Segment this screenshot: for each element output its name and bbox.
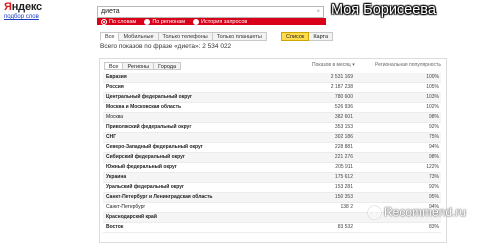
table-row: Приволжский федеральный округ 353 153 92% (103, 123, 441, 133)
impressions-count: 2 531 169 (330, 74, 353, 80)
table-row: Евразия 2 531 169 100% (103, 73, 441, 83)
impressions-count: 2 187 238 (330, 84, 353, 90)
region-tabs: Все Регионы Города (104, 62, 182, 70)
region-name[interactable]: СНГ (106, 133, 116, 142)
region-name[interactable]: Восток (106, 223, 123, 232)
column-header-count[interactable]: Показов в месяц ▾ (312, 62, 355, 68)
tab-mobile[interactable]: Мобильные (118, 32, 158, 41)
impressions-count: 526 936 (334, 104, 353, 110)
impressions-count: 153 281 (334, 184, 353, 190)
table-row: Москва и Московская область 526 936 102% (103, 103, 441, 113)
region-name[interactable]: Центральный федеральный округ (106, 93, 192, 102)
region-name[interactable]: Уральский федеральный округ (106, 183, 184, 192)
tab-regions[interactable]: Регионы (122, 62, 154, 70)
tab-region-all[interactable]: Все (104, 62, 123, 70)
popularity-value: 95% (428, 194, 439, 200)
table-row: Южный федеральный округ 205 911 122% (103, 163, 441, 173)
region-name[interactable]: Россия (106, 83, 124, 92)
total-impressions-summary: Всего показов по фразе «диета»: 2 534 02… (100, 43, 232, 50)
table-row: Москва 382 601 98% (103, 113, 441, 123)
table-row: Центральный федеральный округ 780 600 103% (103, 93, 441, 103)
radio-history[interactable]: История запросов (193, 18, 247, 25)
table-row: Восток 83 532 83% (103, 223, 441, 233)
popularity-value: 103% (426, 94, 439, 100)
tab-tablets[interactable]: Только планшеты (211, 32, 267, 41)
table-row: СНГ 302 186 75% (103, 133, 441, 143)
tab-cities[interactable]: Города (153, 62, 182, 70)
irecommend-watermark: i Recommend.ru (368, 205, 466, 219)
irecommend-logo-icon: i (368, 205, 381, 219)
radio-by-regions[interactable]: По регионам (144, 18, 185, 25)
popularity-value: 122% (426, 164, 439, 170)
table-row: Россия 2 187 238 105% (103, 83, 441, 93)
device-tabs: Все Мобильные Только телефоны Только пла… (100, 32, 267, 41)
impressions-count: 302 186 (334, 134, 353, 140)
impressions-count: 221 276 (334, 154, 353, 160)
table-row: Санкт-Петербург и Ленинградская область 1… (103, 193, 441, 203)
yandex-logo[interactable]: Яндекс подбор слов (4, 1, 62, 21)
region-name[interactable]: Краснодарский край (106, 213, 157, 222)
popularity-value: 75% (428, 134, 439, 140)
popularity-value: 102% (426, 104, 439, 110)
tab-list[interactable]: Список (281, 32, 310, 41)
search-mode-bar: По словам По регионам История запросов (97, 18, 326, 25)
table-row: Сибирский федеральный округ 221 276 98% (103, 153, 441, 163)
region-name[interactable]: Приволжский федеральный округ (106, 123, 191, 132)
popularity-value: 100% (426, 74, 439, 80)
impressions-count: 353 153 (334, 124, 353, 130)
tab-all[interactable]: Все (100, 32, 119, 41)
logo-wordmark: Яндекс (4, 1, 42, 13)
search-input[interactable]: диета × (97, 6, 324, 18)
popularity-value: 83% (428, 224, 439, 230)
impressions-count: 205 911 (335, 164, 353, 170)
radio-icon (193, 18, 200, 25)
impressions-count: 83 532 (337, 224, 353, 230)
impressions-count: 175 612 (334, 174, 353, 180)
popularity-value: 105% (426, 84, 439, 90)
view-tabs: Список Карта (281, 32, 334, 41)
clear-icon[interactable]: × (316, 7, 320, 17)
region-name[interactable]: Сибирский федеральный округ (106, 153, 185, 162)
sort-icon: ▾ (352, 62, 355, 68)
popularity-value: 98% (428, 114, 439, 120)
region-name[interactable]: Северо-Западный федеральный округ (106, 143, 203, 152)
impressions-count: 382 601 (334, 114, 353, 120)
region-name[interactable]: Санкт-Петербург (106, 203, 145, 212)
watermark-username: Моя Борисеева (331, 2, 436, 18)
region-name[interactable]: Южный федеральный округ (106, 163, 177, 172)
search-value: диета (101, 8, 120, 15)
popularity-value: 98% (428, 154, 439, 160)
impressions-count: 780 600 (334, 94, 353, 100)
radio-by-words[interactable]: По словам (101, 18, 136, 25)
region-name[interactable]: Санкт-Петербург и Ленинградская область (106, 193, 212, 202)
popularity-value: 73% (428, 174, 439, 180)
table-row: Уральский федеральный округ 153 281 92% (103, 183, 441, 193)
table-row: Северо-Западный федеральный округ 228 881… (103, 143, 441, 153)
region-name[interactable]: Москва (106, 113, 123, 122)
region-name[interactable]: Украина (106, 173, 126, 182)
radio-checked-icon (101, 18, 107, 25)
watermark-text: Recommend.ru (384, 205, 467, 219)
logo-subtitle-link[interactable]: подбор слов (4, 14, 62, 20)
popularity-value: 92% (428, 184, 439, 190)
region-name[interactable]: Евразия (106, 73, 127, 82)
impressions-count: 138 2 (340, 204, 353, 210)
tab-phones[interactable]: Только телефоны (157, 32, 212, 41)
impressions-count: 150 353 (334, 194, 353, 200)
table-row: Украина 175 612 73% (103, 173, 441, 183)
region-name[interactable]: Москва и Московская область (106, 103, 181, 112)
popularity-value: 94% (428, 144, 439, 150)
popularity-value: 92% (428, 124, 439, 130)
column-header-popularity[interactable]: Региональная популярность (375, 62, 441, 68)
impressions-count: 228 881 (334, 144, 353, 150)
tab-map[interactable]: Карта (309, 32, 334, 41)
radio-icon (144, 18, 151, 25)
